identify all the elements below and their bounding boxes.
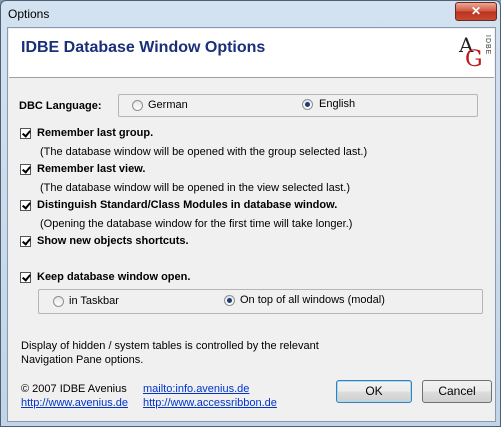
language-label: DBC Language: [19, 100, 102, 112]
note-remember-view: (The database window will be opened in t… [40, 182, 351, 194]
dialog-body: IDBE Database Window Options A G IDBE DB… [7, 27, 496, 422]
radio-on-top[interactable] [224, 295, 235, 306]
cancel-button[interactable]: Cancel [422, 380, 492, 403]
option-show-shortcuts[interactable]: Show new objects shortcuts. [37, 235, 189, 247]
radio-english[interactable] [302, 99, 313, 110]
radio-in-taskbar-label[interactable]: in Taskbar [69, 295, 119, 307]
logo-side-text: IDBE [484, 35, 491, 56]
radio-in-taskbar[interactable] [53, 296, 64, 307]
info-text: Display of hidden / system tables is con… [21, 340, 319, 366]
radio-german[interactable] [132, 100, 143, 111]
options-window: Options ✕ IDBE Database Window Options A… [0, 0, 501, 427]
option-remember-view[interactable]: Remember last view. [37, 163, 145, 175]
header-banner: IDBE Database Window Options A G IDBE [9, 29, 494, 78]
ok-button[interactable]: OK [336, 380, 412, 403]
option-distinguish-modules[interactable]: Distinguish Standard/Class Modules in da… [37, 199, 337, 211]
radio-german-label[interactable]: German [148, 99, 188, 111]
logo-letter-g: G [465, 47, 483, 72]
option-keep-open[interactable]: Keep database window open. [37, 271, 190, 283]
window-title: Options [8, 7, 50, 21]
close-icon: ✕ [470, 4, 482, 18]
language-radio-group: German English [118, 94, 478, 117]
checkbox-remember-view[interactable] [20, 164, 31, 175]
radio-on-top-label[interactable]: On top of all windows (modal) [240, 294, 385, 306]
checkbox-remember-group[interactable] [20, 128, 31, 139]
dialog-heading: IDBE Database Window Options [21, 39, 266, 56]
keep-open-radio-group: in Taskbar On top of all windows (modal) [38, 289, 483, 314]
checkbox-show-shortcuts[interactable] [20, 236, 31, 247]
option-remember-group[interactable]: Remember last group. [37, 127, 153, 139]
note-distinguish-modules: (Opening the database window for the fir… [40, 218, 353, 230]
radio-english-label[interactable]: English [319, 98, 355, 110]
email-link[interactable]: mailto:info.avenius.de [143, 383, 249, 395]
idbe-logo-icon: A G IDBE [459, 33, 493, 72]
website-link-accessribbon[interactable]: http://www.accessribbon.de [143, 397, 277, 409]
note-remember-group: (The database window will be opened with… [40, 146, 368, 158]
copyright-text: © 2007 IDBE Avenius [21, 383, 127, 395]
website-link-avenius[interactable]: http://www.avenius.de [21, 397, 128, 409]
close-button[interactable]: ✕ [455, 2, 497, 21]
checkbox-keep-open[interactable] [20, 272, 31, 283]
checkbox-distinguish-modules[interactable] [20, 200, 31, 211]
title-bar[interactable]: Options ✕ [1, 1, 500, 27]
